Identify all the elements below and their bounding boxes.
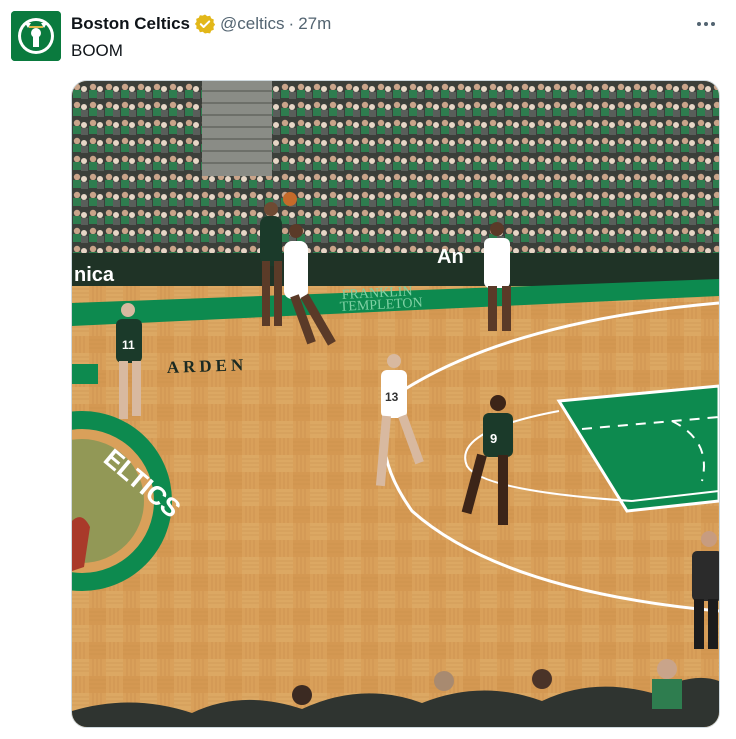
sponsor-left-text: nica (74, 264, 115, 286)
aisle-stairs (202, 81, 272, 176)
tweet-card[interactable]: Boston Celtics @celtics · 27m BOOM nica … (0, 0, 736, 739)
svg-text:9: 9 (490, 431, 497, 446)
verified-badge-icon (194, 13, 216, 35)
sponsor-center-text: An (437, 246, 464, 268)
display-name[interactable]: Boston Celtics (71, 14, 190, 34)
timestamp[interactable]: 27m (298, 14, 331, 34)
svg-text:13: 13 (385, 390, 399, 404)
video-frame: nica An FRANKLIN TEMPLETON ARDEN ELTICS … (72, 81, 719, 727)
garden-floor-text: ARDEN (166, 355, 247, 377)
more-horizontal-icon (697, 22, 715, 26)
tweet-video[interactable]: nica An FRANKLIN TEMPLETON ARDEN ELTICS … (71, 80, 720, 728)
more-options-button[interactable] (694, 12, 718, 36)
tweet-text: BOOM (71, 41, 123, 60)
avatar[interactable] (11, 11, 61, 61)
tweet-header: Boston Celtics @celtics · 27m (71, 13, 331, 35)
user-handle[interactable]: @celtics (220, 14, 285, 34)
celtics-logo-icon (11, 11, 61, 61)
svg-text:11: 11 (122, 338, 135, 352)
separator-dot: · (288, 14, 295, 33)
